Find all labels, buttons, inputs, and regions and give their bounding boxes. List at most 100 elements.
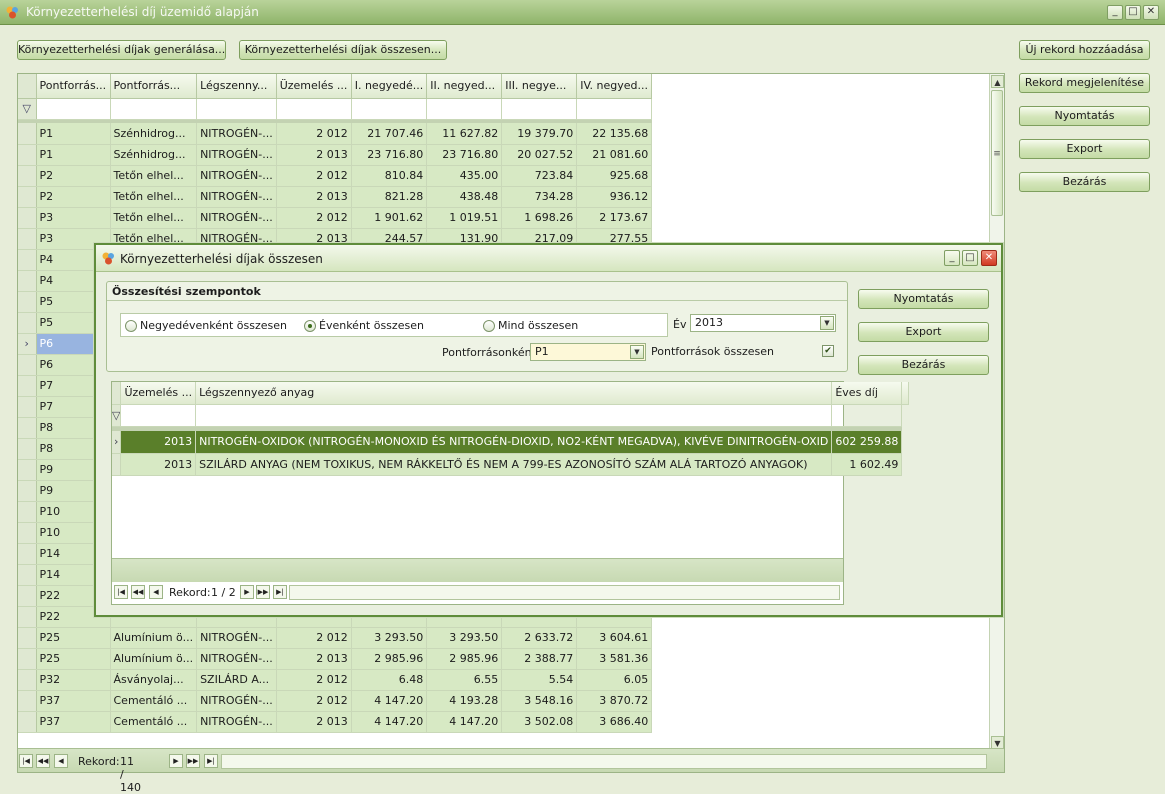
dialog-export-button[interactable]: Export (858, 322, 989, 342)
table-cell[interactable]: 2 012 (276, 690, 352, 712)
minimize-button[interactable]: _ (1107, 5, 1123, 20)
filter-cell[interactable] (120, 404, 197, 427)
maximize-button[interactable]: □ (1125, 5, 1141, 20)
table-cell[interactable]: Tetőn elhel... (110, 207, 198, 229)
dialog-close-button[interactable]: Bezárás (858, 355, 989, 375)
row-selector[interactable] (18, 711, 37, 733)
table-cell[interactable]: NITROGÉN-... (196, 648, 277, 670)
table-cell[interactable]: 22 135.68 (576, 123, 653, 145)
column-header[interactable]: III. negye... (501, 74, 578, 99)
row-selector[interactable] (18, 438, 37, 460)
filter-cell[interactable] (501, 98, 578, 120)
column-header[interactable]: I. negyedé... (351, 74, 428, 99)
row-selector[interactable] (18, 291, 37, 313)
table-cell[interactable]: 3 604.61 (576, 627, 653, 649)
last-record-icon[interactable]: ▶| (204, 754, 218, 768)
table-cell[interactable]: 1 698.26 (501, 207, 578, 229)
new-record-button[interactable]: Új rekord hozzáadása (1019, 40, 1150, 60)
table-cell[interactable]: 11 627.82 (426, 123, 503, 145)
table-cell[interactable]: 6.48 (351, 669, 428, 691)
radio-quarterly[interactable]: Negyedévenként összesen (125, 319, 287, 332)
table-cell[interactable]: 925.68 (576, 165, 653, 187)
row-selector[interactable] (18, 165, 37, 187)
summary-grid[interactable]: Üzemelés ... Légszennyező anyag Éves díj ▽ ›… (111, 381, 910, 605)
row-selector[interactable] (18, 375, 37, 397)
table-cell[interactable]: 2 013 (276, 186, 352, 208)
row-selector[interactable] (18, 207, 37, 229)
filter-cell[interactable] (351, 98, 428, 120)
table-cell[interactable]: Alumínium ö... (110, 627, 198, 649)
table-cell[interactable]: 3 502.08 (501, 711, 578, 733)
table-cell[interactable]: Szénhidrog... (110, 123, 198, 145)
row-selector[interactable] (18, 606, 37, 628)
row-selector[interactable] (18, 249, 37, 271)
source-select[interactable]: P1 ▼ (530, 343, 646, 361)
table-cell[interactable]: Szénhidrog... (110, 144, 198, 166)
table-cell[interactable]: 810.84 (351, 165, 428, 187)
table-row[interactable]: P3 Tetőn elhel... NITROGÉN-... 2 012 1 901.6… (18, 207, 653, 229)
table-cell[interactable]: 3 870.72 (576, 690, 653, 712)
table-cell[interactable]: NITROGÉN-OXIDOK (NITROGÉN-MONOXID ÉS NIT… (195, 431, 833, 454)
close-window-button[interactable]: ✕ (1143, 5, 1159, 20)
table-cell[interactable]: P25 (36, 627, 111, 649)
table-cell[interactable]: 4 193.28 (426, 690, 503, 712)
table-cell[interactable]: 2013 (120, 453, 197, 476)
column-header[interactable]: Éves díj (831, 382, 903, 405)
table-cell[interactable]: 4 147.20 (351, 690, 428, 712)
column-header[interactable]: Légszenny... (196, 74, 277, 99)
table-cell[interactable]: 4 147.20 (351, 711, 428, 733)
row-selector[interactable] (18, 480, 37, 502)
table-cell[interactable]: 734.28 (501, 186, 578, 208)
table-cell[interactable]: NITROGÉN-... (196, 144, 277, 166)
table-cell[interactable]: 2 012 (276, 669, 352, 691)
table-cell[interactable]: 2 985.96 (351, 648, 428, 670)
filter-cell[interactable] (36, 98, 111, 120)
table-cell[interactable]: 3 293.50 (426, 627, 503, 649)
show-record-button[interactable]: Rekord megjelenítése (1019, 73, 1150, 93)
table-cell[interactable]: P1 (36, 144, 111, 166)
row-selector[interactable] (112, 453, 122, 476)
table-row[interactable]: P25 Alumínium ö... NITROGÉN-... 2 012 3 293.… (18, 627, 653, 649)
table-cell[interactable]: 2 388.77 (501, 648, 578, 670)
table-cell[interactable]: 821.28 (351, 186, 428, 208)
table-cell[interactable]: 6.05 (576, 669, 653, 691)
table-cell[interactable]: NITROGÉN-... (196, 627, 277, 649)
filter-cell[interactable] (576, 98, 653, 120)
row-selector[interactable] (18, 543, 37, 565)
dialog-maximize-button[interactable]: □ (962, 250, 978, 266)
table-cell[interactable]: 2 012 (276, 207, 352, 229)
row-selector[interactable] (18, 669, 37, 691)
table-cell[interactable]: 3 293.50 (351, 627, 428, 649)
table-cell[interactable]: 3 548.16 (501, 690, 578, 712)
table-cell[interactable]: 2 013 (276, 648, 352, 670)
table-row[interactable]: P32 Ásványolaj... SZILÁRD A... 2 012 6.48 6.5… (18, 669, 653, 691)
table-cell[interactable]: 20 027.52 (501, 144, 578, 166)
dialog-next-page-icon[interactable]: ▶▶ (256, 585, 270, 599)
filter-cell[interactable] (110, 98, 198, 120)
table-cell[interactable]: 2 012 (276, 627, 352, 649)
table-cell[interactable]: 5.54 (501, 669, 578, 691)
dialog-horizontal-scrollbar[interactable] (289, 585, 840, 600)
table-cell[interactable]: NITROGÉN-... (196, 207, 277, 229)
table-cell[interactable]: NITROGÉN-... (196, 123, 277, 145)
table-cell[interactable]: P2 (36, 186, 111, 208)
table-cell[interactable]: P1 (36, 123, 111, 145)
dialog-minimize-button[interactable]: _ (944, 250, 960, 266)
fees-summary-button[interactable]: Környezetterhelési díjak összesen... (239, 40, 447, 60)
table-row[interactable]: P25 Alumínium ö... NITROGÉN-... 2 013 2 985.… (18, 648, 653, 670)
table-cell[interactable]: 723.84 (501, 165, 578, 187)
row-selector[interactable] (18, 585, 37, 607)
table-cell[interactable]: SZILÁRD ANYAG (NEM TOXIKUS, NEM RÁKKELTŐ… (195, 453, 833, 476)
radio-yearly[interactable]: Évenként összesen (304, 319, 424, 332)
close-button[interactable]: Bezárás (1019, 172, 1150, 192)
filter-cell[interactable] (831, 404, 903, 427)
table-row[interactable]: P37 Cementáló ... NITROGÉN-... 2 012 4 147.2… (18, 690, 653, 712)
table-cell[interactable]: P32 (36, 669, 111, 691)
row-selector[interactable] (18, 564, 37, 586)
table-cell[interactable]: 2 633.72 (501, 627, 578, 649)
row-selector[interactable] (18, 270, 37, 292)
table-cell[interactable]: P3 (36, 207, 111, 229)
dialog-next-record-icon[interactable]: ▶ (240, 585, 254, 599)
row-selector[interactable] (18, 123, 37, 145)
column-header[interactable]: Pontforrás... (110, 74, 198, 99)
